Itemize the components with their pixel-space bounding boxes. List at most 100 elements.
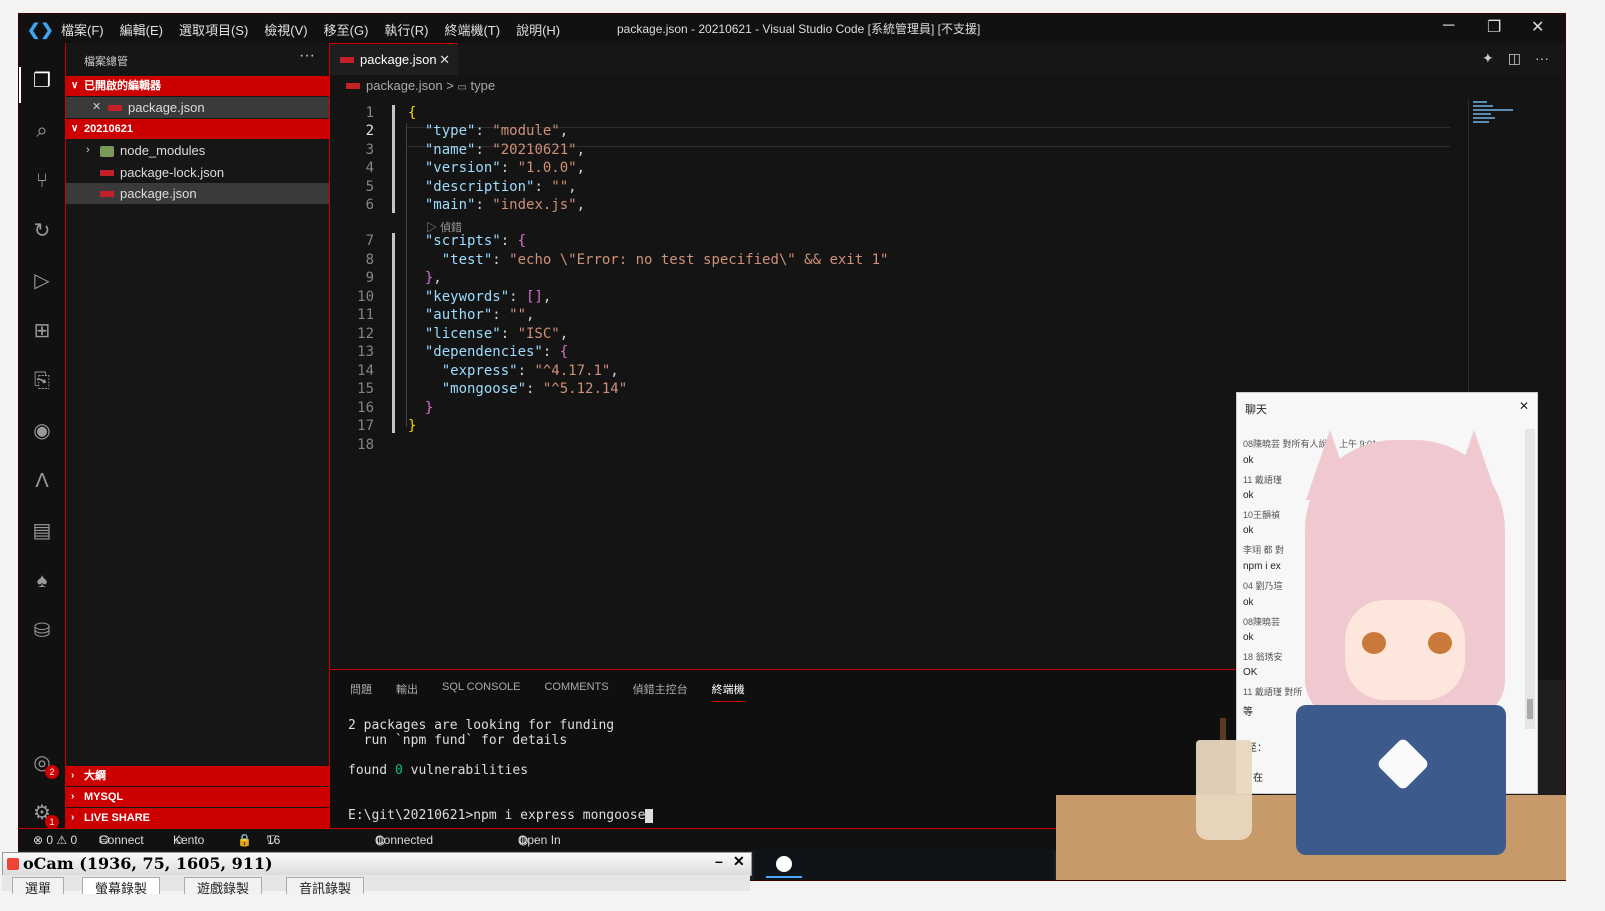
restore-button[interactable]: ❐ [1487, 17, 1501, 37]
git-graph-icon[interactable]: ◉ [28, 417, 56, 445]
chat-meta: 18 翁琇安 [1243, 652, 1283, 662]
source-control-icon[interactable]: ⑂ [28, 167, 56, 195]
code-line-11: "author": "", [424, 307, 535, 323]
tree-item-package-json[interactable]: package.json [66, 183, 329, 204]
code-line-10: "keywords": [], [424, 289, 552, 305]
close-tab-icon[interactable]: ✕ [439, 44, 450, 76]
section-label: MYSQL [84, 791, 124, 803]
azure-icon[interactable]: Λ [28, 467, 56, 495]
search-icon[interactable]: ⌕ [28, 117, 56, 145]
line-number: 1 [365, 105, 374, 121]
indent-guide [406, 123, 407, 427]
tree-item-node-modules[interactable]: › node_modules [66, 140, 329, 161]
chat-meta: 11 戴語瑾 對所 [1243, 687, 1303, 697]
pin-icon[interactable]: ✦ [1482, 50, 1494, 67]
menu-view[interactable]: 檢視(V) [264, 20, 307, 39]
live-share-icon[interactable]: ↻ [28, 217, 56, 245]
tab-terminal[interactable]: 終端機 [711, 681, 745, 702]
editor-tab-bar: package.json ✕ ✦ ◫ ··· [330, 43, 1565, 75]
terminal-found: found [348, 763, 395, 778]
close-window-button[interactable]: ✕ [1531, 17, 1544, 37]
line-number: 16 [357, 400, 374, 416]
more-actions-icon[interactable]: ··· [1535, 50, 1549, 67]
gutter-change-marker [392, 105, 395, 213]
line-number: 8 [365, 252, 374, 268]
menu-help[interactable]: 說明(H) [516, 20, 560, 39]
terminal[interactable]: 2 packages are looking for funding run `… [348, 718, 654, 823]
split-editor-icon[interactable]: ◫ [1508, 50, 1521, 67]
open-editors-label: 已開啟的編輯器 [84, 80, 161, 92]
tab-package-json[interactable]: package.json ✕ [330, 43, 458, 75]
minimap-line [1473, 113, 1491, 115]
tab-debug-console[interactable]: 偵錯主控台 [633, 681, 688, 702]
ocam-tab-game[interactable]: 遊戲錄製 [184, 877, 263, 896]
ocam-close-button[interactable]: ✕ [733, 853, 745, 870]
menu-selection[interactable]: 選取項目(S) [179, 20, 248, 39]
menu-file[interactable]: 檔案(F) [61, 20, 104, 39]
chat-meta: 04 劉乃瑄 [1243, 581, 1283, 591]
code-line-4: "version": "1.0.0", [424, 160, 586, 176]
title-bar: ❮❯ 檔案(F) 編輯(E) 選取項目(S) 檢視(V) 移至(G) 執行(R)… [19, 14, 1565, 44]
terminal-vuln: vulnerabilities [402, 763, 529, 778]
avatar-eye [1428, 632, 1452, 654]
ocam-minimize-button[interactable]: – [715, 853, 723, 869]
more-actions-icon[interactable]: ··· [299, 47, 315, 65]
minimize-button[interactable]: ─ [1443, 17, 1454, 35]
close-editor-icon[interactable]: ✕ [92, 97, 101, 118]
chat-input-placeholder[interactable]: 在 [1253, 769, 1263, 784]
terminal-zero: 0 [394, 763, 403, 778]
extensions-icon[interactable]: ⊞ [28, 317, 56, 345]
open-editor-item[interactable]: ✕ package.json [66, 97, 329, 118]
breadcrumb-file[interactable]: package.json [366, 78, 443, 93]
code-line-1: { [408, 105, 417, 121]
menu-edit[interactable]: 編輯(E) [120, 20, 163, 39]
tab-comments[interactable]: COMMENTS [544, 681, 608, 702]
ocam-tab-menu[interactable]: 選單 [12, 877, 65, 896]
line-number: 13 [357, 344, 374, 360]
breadcrumb-symbol[interactable]: type [471, 78, 496, 93]
tab-problems[interactable]: 問題 [350, 681, 372, 702]
mongodb-leaf-icon[interactable]: ♠ [28, 567, 56, 595]
notebook-icon[interactable]: ▤ [28, 517, 56, 545]
npm-file-icon [346, 82, 360, 89]
status-connect-label: Connect [99, 833, 144, 847]
tab-sql-console[interactable]: SQL CONSOLE [442, 681, 520, 702]
line-number: 14 [357, 363, 374, 379]
minimap-line [1473, 117, 1495, 119]
chat-message: ok [1243, 490, 1254, 501]
chevron-down-icon: ∨ [71, 123, 79, 134]
ocam-tab-screen[interactable]: 螢幕錄製 [82, 877, 161, 896]
taskbar-app-icon[interactable] [776, 856, 792, 872]
folder-header[interactable]: ∨ 20210621 [66, 119, 329, 139]
folder-label: 20210621 [84, 123, 133, 135]
ocam-tab-audio[interactable]: 音訊錄製 [286, 877, 365, 896]
chevron-right-icon: › [71, 812, 75, 823]
outline-header[interactable]: › 大綱 [66, 766, 329, 786]
explorer-icon[interactable]: ❐ [28, 67, 56, 95]
line-number: 2 [365, 123, 374, 139]
chat-close-icon[interactable]: ✕ [1519, 399, 1529, 413]
chat-scroll-thumb[interactable] [1527, 699, 1533, 719]
live-share-header[interactable]: › LIVE SHARE [66, 808, 329, 828]
line-number: 11 [357, 307, 374, 323]
status-problems[interactable]: ⊗ 0 ⚠ 0 [33, 829, 77, 851]
avatar-eye [1362, 632, 1386, 654]
terminal-prompt: E:\git\20210621>npm i express mongoose [348, 808, 646, 823]
chat-scrollbar[interactable] [1525, 429, 1535, 729]
menu-terminal[interactable]: 終端機(T) [444, 20, 500, 39]
chat-message: OK [1243, 667, 1258, 678]
tab-output[interactable]: 輸出 [396, 681, 418, 702]
tree-item-package-lock[interactable]: package-lock.json [66, 162, 329, 183]
tree-item-label: package.json [120, 186, 197, 201]
bookmark-icon[interactable]: ⎘ [28, 367, 56, 395]
code-line-14: "express": "^4.17.1", [441, 363, 619, 379]
tab-label: package.json [360, 52, 437, 67]
open-editors-header[interactable]: ∨ 已開啟的編輯器 [66, 76, 329, 96]
menu-go[interactable]: 移至(G) [324, 20, 369, 39]
menu-run[interactable]: 執行(R) [384, 20, 428, 39]
line-number: 18 [357, 437, 374, 453]
chat-message: ok [1243, 632, 1254, 643]
database-icon[interactable]: ⛁ [28, 617, 56, 645]
run-debug-icon[interactable]: ▷ [28, 267, 56, 295]
mysql-header[interactable]: › MYSQL [66, 787, 329, 807]
